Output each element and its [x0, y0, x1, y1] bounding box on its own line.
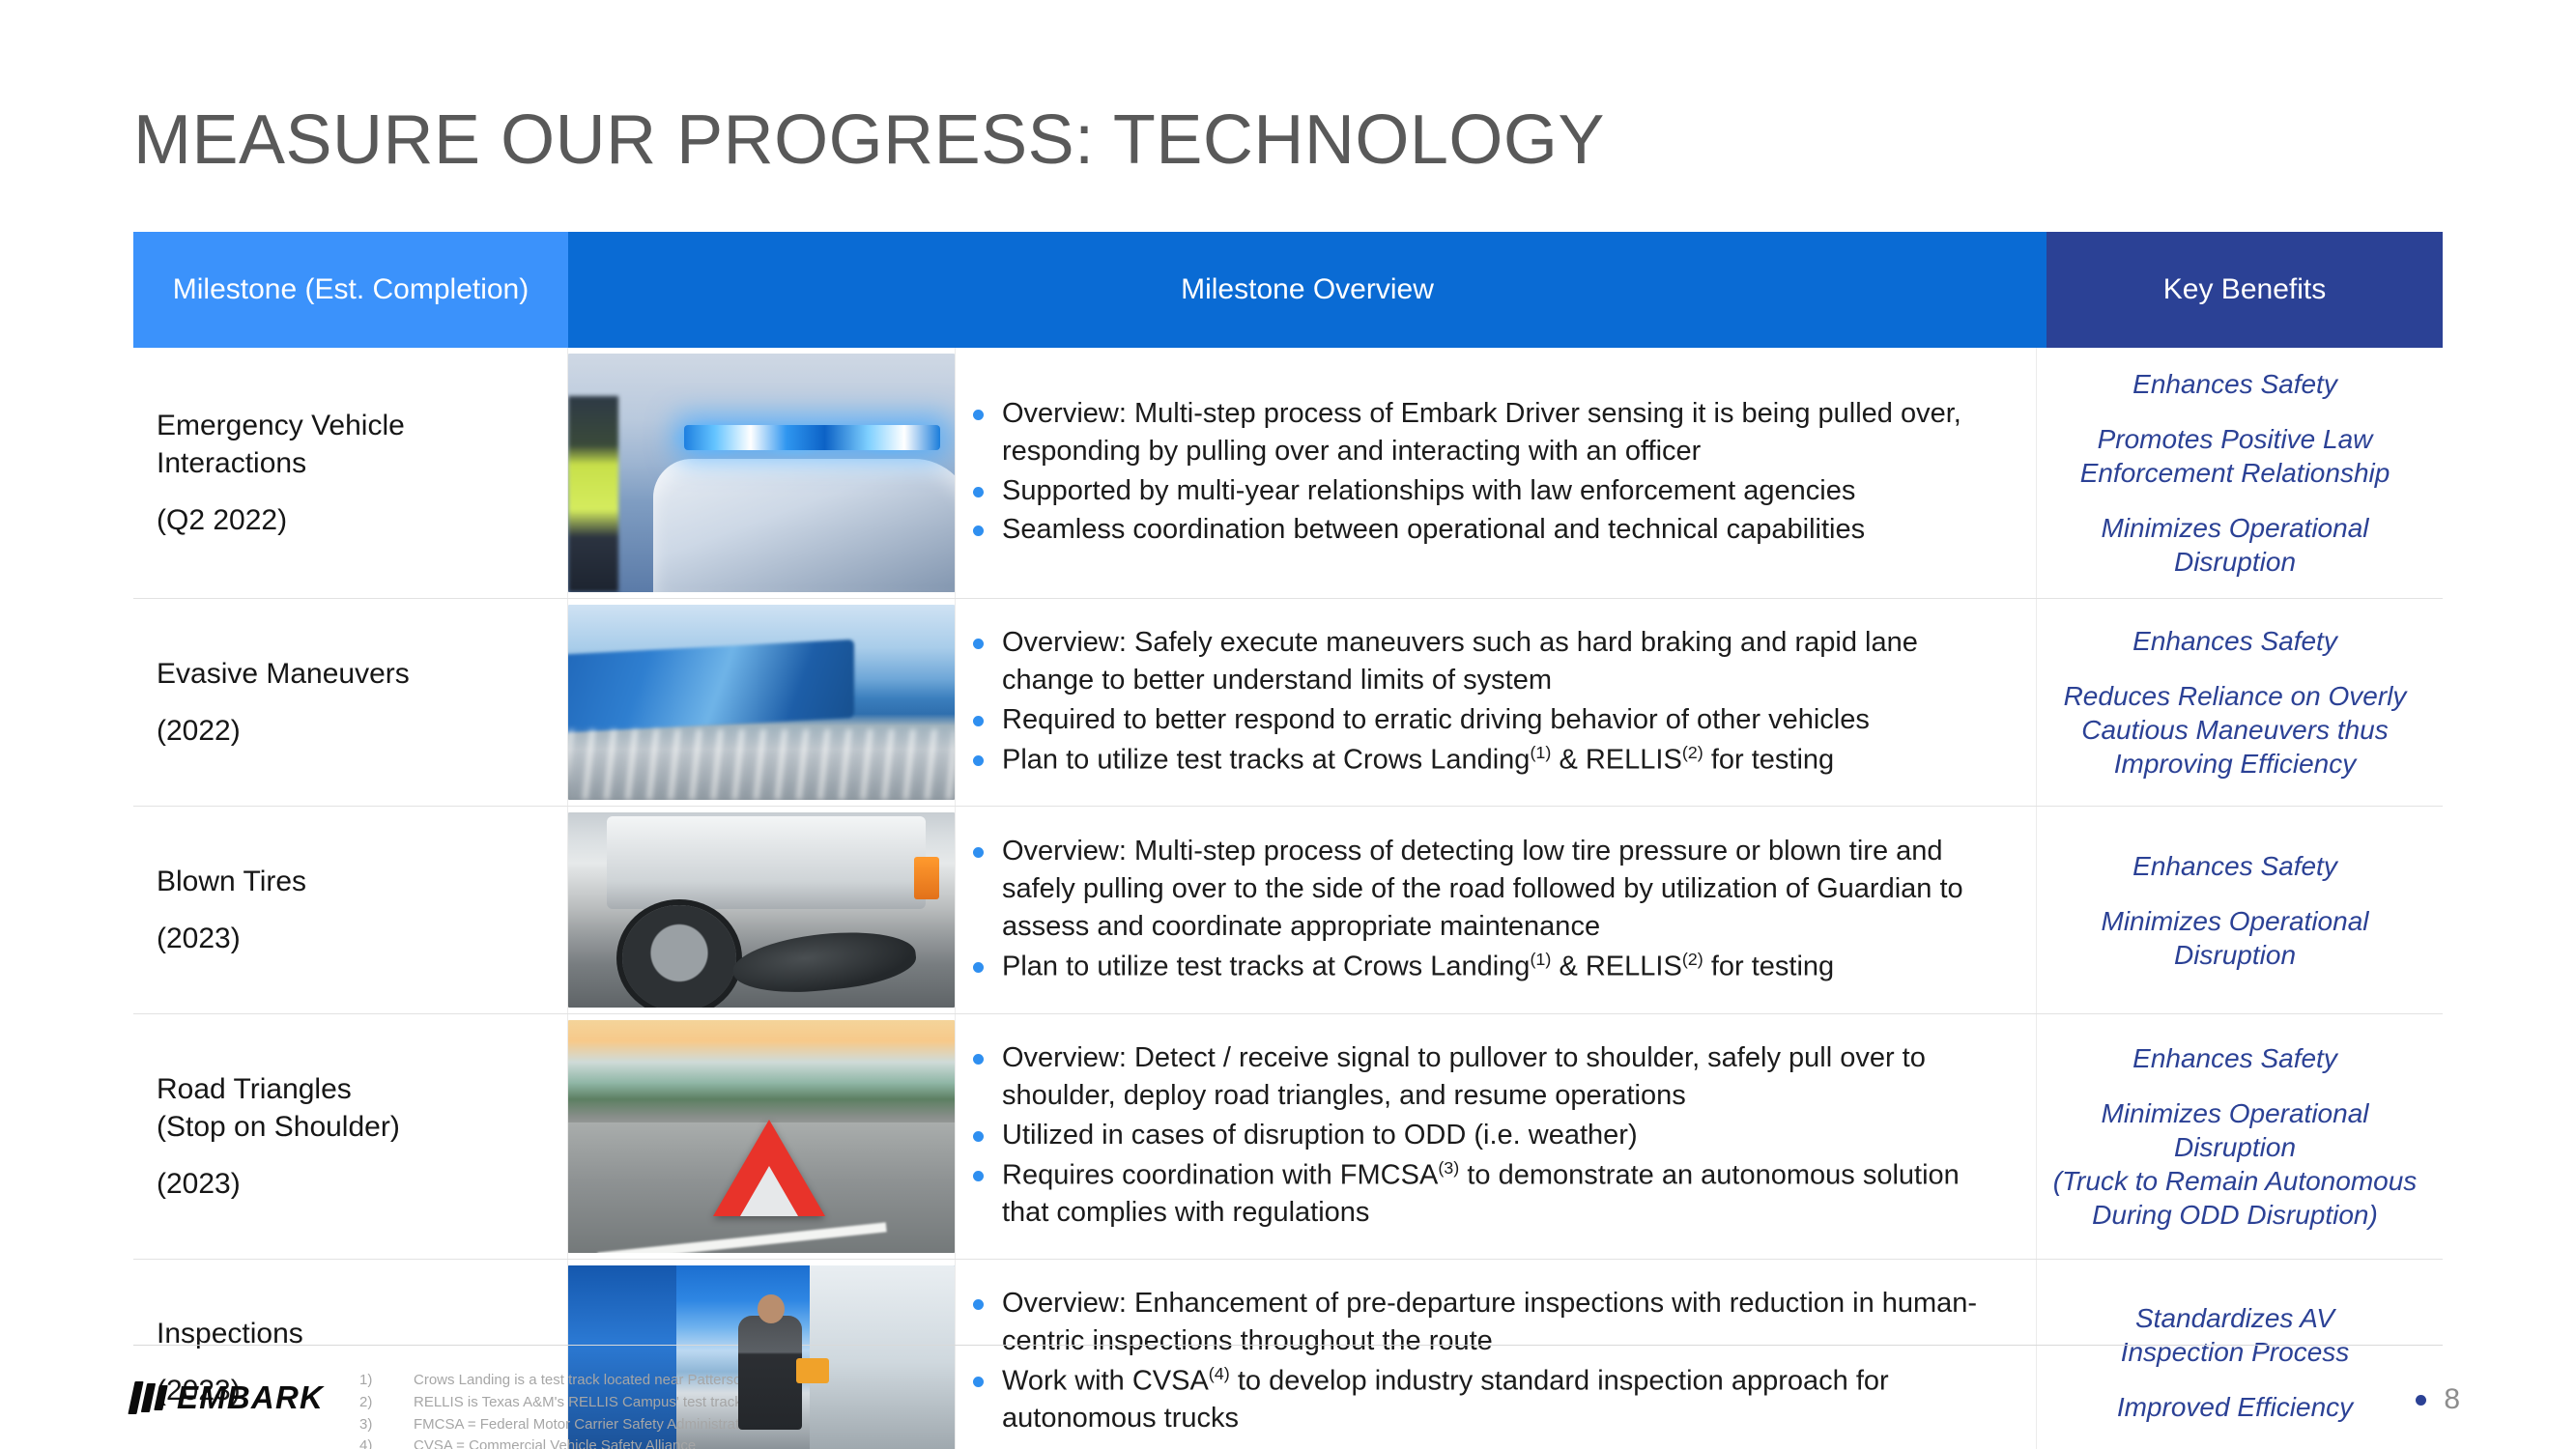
- footnote-item: 4) CVSA = Commercial Vehicle Safety Alli…: [359, 1435, 1519, 1449]
- key-benefit: Improved Efficiency: [2116, 1391, 2354, 1422]
- key-benefits-cell: Standardizes AV Inspection Process Improv…: [2037, 1260, 2433, 1449]
- milestone-overview-cell: Overview: Detect / receive signal to pul…: [955, 1014, 2037, 1260]
- overview-bullet: Plan to utilize test tracks at Crows Lan…: [965, 948, 2013, 986]
- overview-bullet: Overview: Multi-step process of Embark D…: [965, 395, 2013, 470]
- footnote-text: FMCSA = Federal Motor Carrier Safety Adm…: [414, 1415, 763, 1433]
- milestone-overview-cell: Overview: Multi-step process of Embark D…: [955, 348, 2037, 598]
- milestone-image-cell: [568, 599, 955, 806]
- page-number: 8: [2416, 1383, 2460, 1416]
- milestone-name: Road Triangles (Stop on Shoulder): [157, 1073, 400, 1143]
- overview-bullet: Required to better respond to erratic dr…: [965, 701, 2013, 739]
- key-benefit: Minimizes Operational Disruption: [2101, 513, 2369, 577]
- milestone-name: Blown Tires: [157, 866, 307, 898]
- overview-bullet: Supported by multi-year relationships wi…: [965, 472, 2013, 510]
- milestones-table: Milestone (Est. Completion) Milestone Ov…: [133, 232, 2443, 1449]
- embark-logo: EMBARK: [128, 1379, 325, 1416]
- key-benefits-cell: Enhances Safety Promotes Positive Law Enf…: [2037, 348, 2433, 598]
- key-benefits-cell: Enhances Safety Minimizes Operational Dis…: [2037, 1014, 2433, 1259]
- footnote-item: 1) Crows Landing is a test track located…: [359, 1370, 1519, 1392]
- milestone-overview-cell: Overview: Multi-step process of detectin…: [955, 807, 2037, 1014]
- footnote-number: 4): [359, 1437, 373, 1449]
- table-row: Road Triangles (Stop on Shoulder) (2023)…: [133, 1014, 2443, 1261]
- milestone-image-cell: [568, 807, 955, 1013]
- column-header-milestone: Milestone (Est. Completion): [133, 232, 568, 348]
- blue-truck-motion-blur-photo: [568, 605, 955, 801]
- key-benefit: Enhances Safety: [2132, 1043, 2337, 1074]
- milestone-image-cell: [568, 348, 955, 598]
- police-traffic-stop-photo: [568, 354, 955, 592]
- table-row: Evasive Maneuvers (2022) Overview: Safel…: [133, 599, 2443, 808]
- overview-bullet: Overview: Enhancement of pre-departure i…: [965, 1285, 2013, 1360]
- embark-logo-text: EMBARK: [177, 1379, 325, 1415]
- table-row: Blown Tires (2023) Overview: Multi-step …: [133, 807, 2443, 1015]
- footnote-item: 2) RELLIS is Texas A&M's RELLIS Campus' …: [359, 1392, 1519, 1414]
- footnotes-list: 1) Crows Landing is a test track located…: [359, 1370, 1519, 1449]
- milestone-cell: Road Triangles (Stop on Shoulder) (2023): [133, 1014, 568, 1260]
- overview-bullet: Overview: Safely execute maneuvers such …: [965, 624, 2013, 699]
- milestone-date: (2023): [157, 923, 241, 955]
- milestone-name: Evasive Maneuvers: [157, 658, 410, 690]
- table-body: Emergency Vehicle Interactions (Q2 2022)…: [133, 348, 2443, 1449]
- slide-root: MEASURE OUR PROGRESS: TECHNOLOGY Milesto…: [0, 0, 2576, 1449]
- milestone-date: (2022): [157, 715, 241, 748]
- milestone-cell: Blown Tires (2023): [133, 807, 568, 1014]
- milestone-cell: Emergency Vehicle Interactions (Q2 2022): [133, 348, 568, 598]
- overview-bullet: Overview: Multi-step process of detectin…: [965, 833, 2013, 946]
- footnote-item: 3) FMCSA = Federal Motor Carrier Safety …: [359, 1414, 1519, 1436]
- key-benefits-cell: Enhances Safety Minimizes Operational Dis…: [2037, 807, 2433, 1013]
- footnote-text: Crows Landing is a test track located ne…: [414, 1372, 783, 1388]
- embark-logo-mark-icon: [128, 1381, 168, 1414]
- overview-bullet-list: Overview: Multi-step process of Embark D…: [965, 395, 2013, 551]
- footnote-number: 3): [359, 1415, 373, 1433]
- key-benefit: Standardizes AV Inspection Process: [2120, 1302, 2350, 1367]
- milestone-date: (2023): [157, 1167, 241, 1200]
- overview-bullet-list: Overview: Detect / receive signal to pul…: [965, 1039, 2013, 1234]
- page-title: MEASURE OUR PROGRESS: TECHNOLOGY: [133, 101, 1605, 179]
- key-benefit: Enhances Safety: [2132, 850, 2337, 881]
- key-benefit: Enhances Safety: [2132, 626, 2337, 657]
- overview-bullet: Overview: Detect / receive signal to pul…: [965, 1039, 2013, 1115]
- key-benefit: Minimizes Operational Disruption (Truck …: [2052, 1098, 2418, 1231]
- overview-bullet: Plan to utilize test tracks at Crows Lan…: [965, 741, 2013, 780]
- milestone-image-cell: [568, 1014, 955, 1259]
- footnote-number: 1): [359, 1372, 373, 1388]
- overview-bullet: Requires coordination with FMCSA(3) to d…: [965, 1156, 2013, 1232]
- key-benefit: Promotes Positive Law Enforcement Relati…: [2079, 424, 2390, 488]
- key-benefits-cell: Enhances Safety Reduces Reliance on Overl…: [2037, 599, 2433, 806]
- page-number-value: 8: [2444, 1383, 2460, 1415]
- overview-bullet-list: Overview: Multi-step process of detectin…: [965, 833, 2013, 987]
- overview-bullet: Utilized in cases of disruption to ODD (…: [965, 1117, 2013, 1154]
- milestone-name: Inspections: [157, 1318, 303, 1350]
- overview-bullet: Seamless coordination between operationa…: [965, 511, 2013, 549]
- table-row: Emergency Vehicle Interactions (Q2 2022)…: [133, 348, 2443, 599]
- column-header-key-benefits: Key Benefits: [2046, 232, 2443, 348]
- milestone-cell: Evasive Maneuvers (2022): [133, 599, 568, 807]
- column-header-milestone-overview: Milestone Overview: [568, 232, 2046, 348]
- milestone-overview-cell: Overview: Safely execute maneuvers such …: [955, 599, 2037, 807]
- footnote-text: RELLIS is Texas A&M's RELLIS Campus' tes…: [414, 1393, 746, 1410]
- road-warning-triangle-photo: [568, 1020, 955, 1254]
- overview-bullet-list: Overview: Safely execute maneuvers such …: [965, 624, 2013, 781]
- milestone-date: (Q2 2022): [157, 503, 288, 536]
- table-header-row: Milestone (Est. Completion) Milestone Ov…: [133, 232, 2443, 348]
- key-benefit: Enhances Safety: [2132, 369, 2337, 399]
- blown-truck-tire-photo: [568, 812, 955, 1009]
- footnote-text: CVSA = Commercial Vehicle Safety Allianc…: [414, 1437, 697, 1449]
- footnote-number: 2): [359, 1393, 373, 1410]
- page-bullet-icon: [2416, 1394, 2427, 1406]
- footer-divider: [133, 1345, 2443, 1346]
- key-benefit: Reduces Reliance on Overly Cautious Mane…: [2063, 681, 2407, 780]
- key-benefit: Minimizes Operational Disruption: [2101, 905, 2369, 970]
- milestone-name: Emergency Vehicle Interactions: [157, 410, 405, 479]
